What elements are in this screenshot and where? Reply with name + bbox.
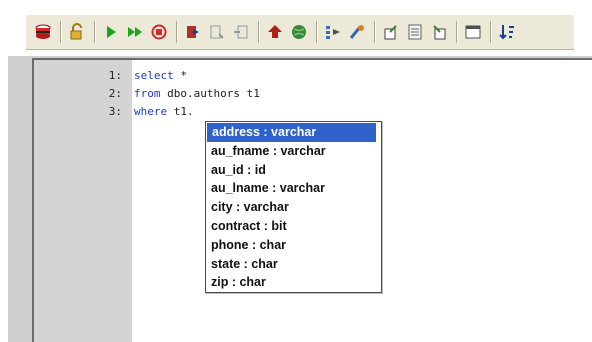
toolbar-separator (316, 21, 318, 43)
stop-icon[interactable] (148, 21, 170, 43)
run-all-icon[interactable] (124, 21, 146, 43)
autocomplete-item-city[interactable]: city : varchar (206, 198, 381, 217)
line-number-gutter: 1: 2: 3: (34, 60, 132, 342)
clear-breakpoints-icon[interactable] (230, 21, 252, 43)
autocomplete-item-au-fname[interactable]: au_fname : varchar (206, 142, 381, 161)
sql-text: dbo.authors t1 (160, 87, 260, 100)
line-number: 1: (108, 69, 122, 82)
tune-icon[interactable] (346, 21, 368, 43)
export-icon[interactable] (380, 21, 402, 43)
toolbar-area (0, 0, 592, 56)
autocomplete-item-contract[interactable]: contract : bit (206, 217, 381, 236)
explain-icon[interactable] (322, 21, 344, 43)
sql-keyword: from (134, 87, 161, 100)
globe-icon[interactable] (288, 21, 310, 43)
sql-keyword: where (134, 105, 168, 118)
step-icon[interactable] (182, 21, 204, 43)
code-line[interactable]: from dbo.authors t1 (134, 87, 260, 100)
toolbar-separator (258, 21, 260, 43)
line-number: 2: (108, 87, 122, 100)
autocomplete-list[interactable]: address : varchar au_fname : varchar au_… (205, 121, 382, 293)
code-line[interactable]: where t1. (134, 105, 194, 118)
execution-plan-icon[interactable] (264, 21, 286, 43)
sql-text: t1. (167, 105, 194, 118)
autocomplete-item-au-lname[interactable]: au_lname : varchar (206, 179, 381, 198)
autocomplete-item-state[interactable]: state : char (206, 255, 381, 274)
database-icon[interactable] (32, 21, 54, 43)
toolbar-separator (456, 21, 458, 43)
import-icon[interactable] (428, 21, 450, 43)
line-number: 3: (108, 105, 122, 118)
window-icon[interactable] (462, 21, 484, 43)
unlock-icon[interactable] (66, 21, 88, 43)
autocomplete-item-phone[interactable]: phone : char (206, 236, 381, 255)
run-icon[interactable] (100, 21, 122, 43)
toolbar-separator (60, 21, 62, 43)
report-icon[interactable] (404, 21, 426, 43)
toolbar-separator (176, 21, 178, 43)
sql-keyword: select (134, 69, 174, 82)
sql-text: * (173, 69, 187, 82)
autocomplete-item-address[interactable]: address : varchar (207, 123, 376, 142)
toolbar (26, 14, 574, 50)
autocomplete-item-au-id[interactable]: au_id : id (206, 161, 381, 180)
autocomplete-item-zip[interactable]: zip : char (206, 273, 381, 292)
toolbar-separator (94, 21, 96, 43)
toggle-breakpoint-icon[interactable] (206, 21, 228, 43)
sort-icon[interactable] (496, 21, 518, 43)
code-line[interactable]: select * (134, 69, 187, 82)
toolbar-separator (490, 21, 492, 43)
toolbar-separator (374, 21, 376, 43)
